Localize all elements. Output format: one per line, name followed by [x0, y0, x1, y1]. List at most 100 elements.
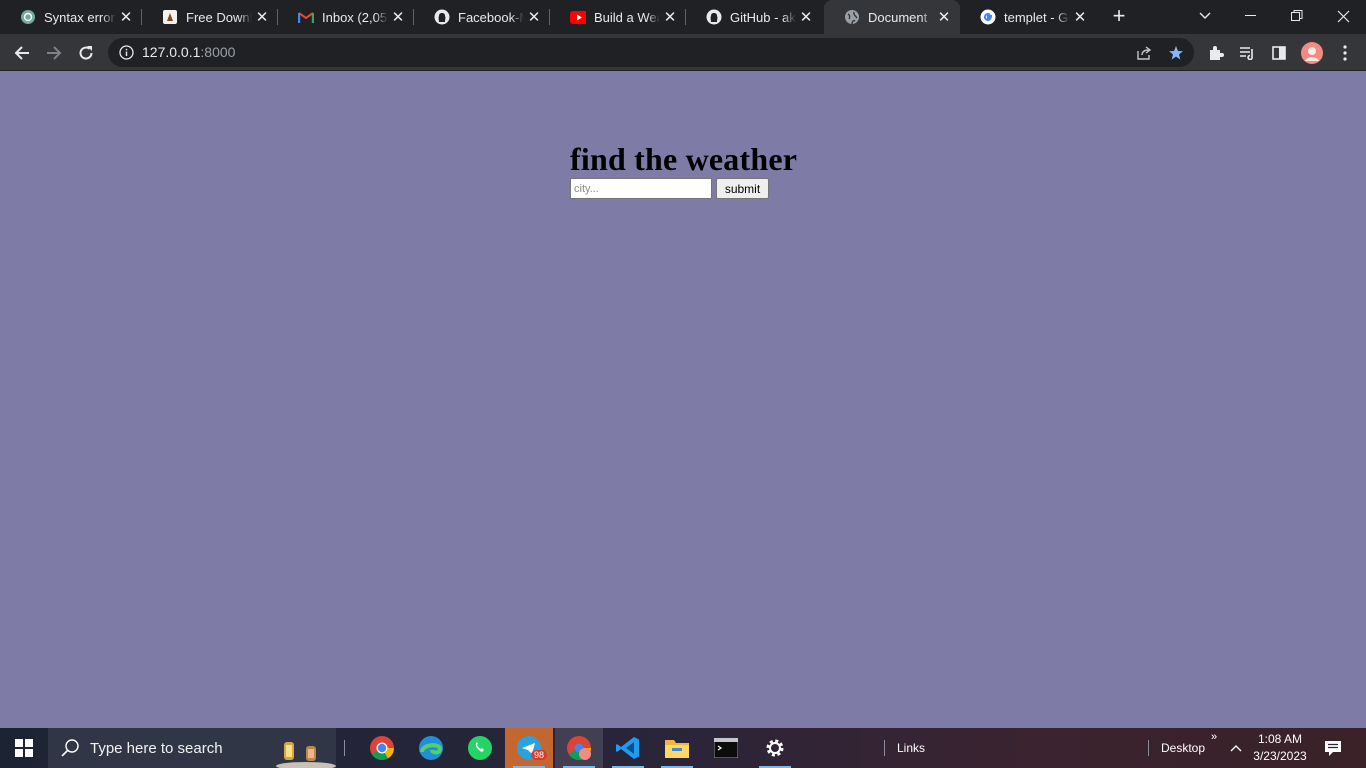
close-icon[interactable]: ✕ [660, 7, 680, 27]
side-panel-icon [1272, 46, 1286, 60]
more-chevron-icon[interactable]: » [1211, 731, 1217, 743]
arrow-right-icon [47, 46, 62, 60]
taskbar: Type here to search 98 Links Desktop » 1… [0, 728, 1366, 768]
taskbar-separator [344, 740, 345, 756]
taskbar-whatsapp[interactable] [456, 728, 504, 768]
close-icon[interactable]: ✕ [934, 7, 954, 27]
clock-time: 1:08 AM [1257, 732, 1303, 746]
back-button[interactable] [8, 39, 36, 67]
windows-icon [15, 739, 33, 757]
avatar-icon [1301, 42, 1323, 64]
restore-icon [1291, 10, 1303, 21]
search-icon [61, 739, 79, 757]
bookmark-star-icon[interactable] [1164, 42, 1188, 64]
taskbar-telegram[interactable]: 98 [505, 728, 553, 768]
taskbar-edge[interactable] [407, 728, 455, 768]
chrome-icon [370, 736, 394, 761]
taskbar-file-explorer[interactable] [653, 728, 701, 768]
tab-document[interactable]: Document ✕ [824, 0, 960, 34]
forward-button[interactable] [40, 39, 68, 67]
tab-templet[interactable]: templet - Goo ✕ [960, 0, 1096, 34]
browser-toolbar: 127.0.0.1:8000 [0, 34, 1366, 71]
tab-title: GitHub - akja [730, 9, 796, 25]
lantern-icon [276, 742, 336, 768]
tab-title: templet - Goo [1004, 9, 1070, 25]
google-icon [980, 9, 996, 25]
taskbar-vscode[interactable] [604, 728, 652, 768]
url-text: 127.0.0.1:8000 [142, 44, 235, 60]
telegram-badge: 98 [531, 750, 548, 760]
chatgpt-icon [20, 9, 36, 25]
taskbar-separator [884, 740, 885, 756]
close-icon[interactable]: ✕ [252, 7, 272, 27]
close-icon[interactable]: ✕ [524, 7, 544, 27]
menu-button[interactable] [1331, 39, 1359, 67]
tab-search-button[interactable] [1182, 0, 1228, 32]
links-toolbar[interactable]: Links [897, 741, 925, 755]
system-clock[interactable]: 1:08 AM 3/23/2023 [1248, 731, 1312, 765]
taskbar-terminal[interactable] [702, 728, 750, 768]
restore-button[interactable] [1274, 0, 1320, 32]
taskbar-chrome[interactable] [358, 728, 406, 768]
arrow-left-icon [14, 46, 29, 60]
extensions-button[interactable] [1202, 39, 1230, 67]
github-icon [706, 9, 722, 25]
profile-avatar[interactable] [1298, 39, 1326, 67]
share-icon[interactable] [1132, 42, 1156, 64]
address-bar[interactable]: 127.0.0.1:8000 [108, 38, 1194, 67]
tab-syntax-error[interactable]: Syntax error in ✕ [0, 0, 142, 34]
new-tab-button[interactable]: + [1108, 5, 1130, 28]
vscode-icon [616, 737, 639, 759]
side-panel-button[interactable] [1265, 39, 1293, 67]
tab-build-weather[interactable]: Build a Weath ✕ [550, 0, 686, 34]
gear-icon [766, 739, 784, 757]
show-hidden-icons-button[interactable] [1224, 728, 1248, 768]
more-vert-icon [1343, 45, 1347, 61]
taskbar-chrome-profile[interactable] [555, 728, 603, 768]
minimize-icon [1245, 15, 1256, 16]
notification-icon [1325, 740, 1341, 756]
reload-button[interactable] [72, 39, 100, 67]
close-icon[interactable]: ✕ [388, 7, 408, 27]
tab-github[interactable]: GitHub - akja ✕ [686, 0, 822, 34]
tab-strip: Syntax error in ✕ Free Download ✕ Inbox … [0, 0, 1366, 34]
reload-icon [79, 46, 93, 60]
close-window-button[interactable] [1320, 0, 1366, 32]
search-placeholder: Type here to search [90, 739, 223, 757]
info-icon[interactable] [119, 45, 134, 65]
notifications-button[interactable] [1310, 728, 1356, 768]
desktop-toolbar[interactable]: Desktop [1161, 741, 1205, 755]
tab-facebook[interactable]: Facebook-Ma ✕ [414, 0, 550, 34]
site-icon [162, 9, 178, 25]
clock-date: 3/23/2023 [1253, 749, 1307, 763]
taskbar-search[interactable]: Type here to search [48, 728, 336, 768]
city-input[interactable] [570, 178, 712, 199]
taskbar-settings[interactable] [751, 728, 799, 768]
tab-title: Document [868, 9, 928, 25]
chevron-up-icon [1230, 745, 1242, 752]
url-host: 127.0.0.1 [142, 44, 201, 60]
tab-title: Free Download [186, 9, 252, 25]
edge-icon [419, 736, 443, 760]
close-icon[interactable]: ✕ [1070, 7, 1090, 27]
close-icon[interactable]: ✕ [116, 7, 136, 27]
terminal-icon [714, 738, 738, 758]
media-controls-button[interactable] [1233, 39, 1261, 67]
page-title: find the weather [570, 141, 798, 177]
start-button[interactable] [0, 728, 48, 768]
chrome-profile-icon [567, 736, 591, 761]
close-icon[interactable]: ✕ [796, 7, 816, 27]
tab-free-download[interactable]: Free Download ✕ [142, 0, 278, 34]
tab-title: Syntax error in [44, 9, 116, 25]
playlist-icon [1240, 47, 1253, 60]
url-port: :8000 [200, 44, 236, 60]
folder-icon [665, 740, 689, 758]
tab-inbox[interactable]: Inbox (2,050) ✕ [278, 0, 414, 34]
chevron-down-icon [1199, 12, 1211, 19]
taskbar-separator [1148, 740, 1149, 756]
whatsapp-icon [468, 736, 492, 760]
page-content: find the weather submit [0, 71, 1366, 728]
minimize-button[interactable] [1228, 0, 1274, 32]
github-icon [434, 9, 450, 25]
submit-button[interactable]: submit [716, 178, 769, 199]
